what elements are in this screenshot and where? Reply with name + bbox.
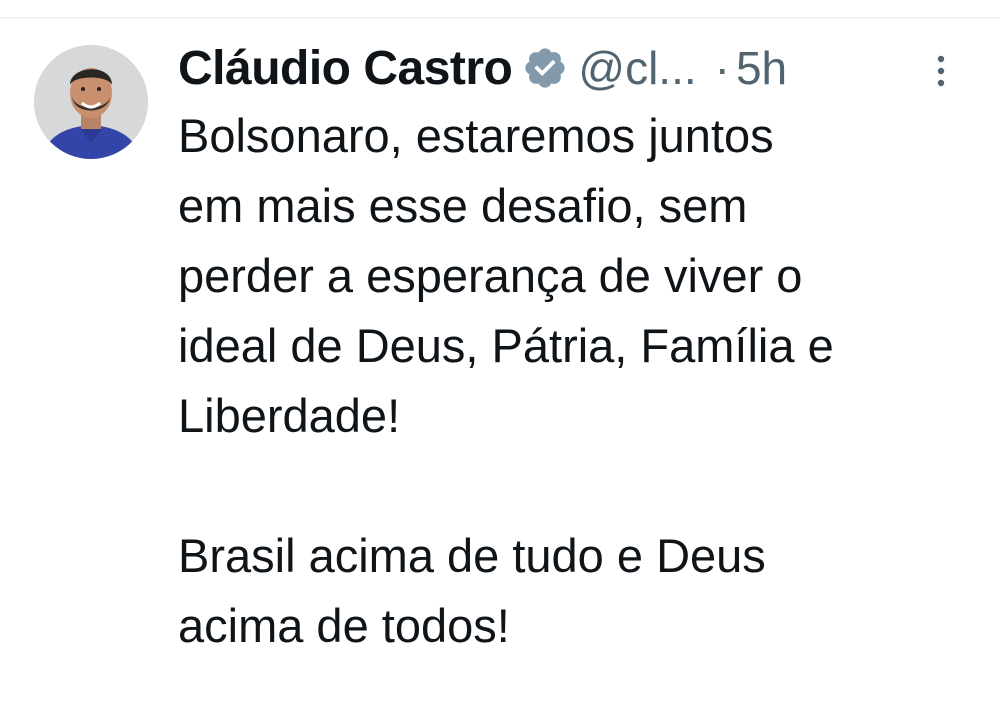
tweet-timestamp[interactable]: 5h xyxy=(736,41,787,95)
author-display-name[interactable]: Cláudio Castro xyxy=(178,41,513,96)
tweet-text: Bolsonaro, estaremos juntos em mais esse… xyxy=(178,109,834,652)
top-divider xyxy=(0,17,1000,19)
header-separator: · xyxy=(714,42,730,94)
avatar[interactable] xyxy=(34,45,148,159)
verified-badge-icon[interactable] xyxy=(522,45,568,91)
avatar-image xyxy=(34,45,148,159)
author-handle[interactable]: @cl... xyxy=(578,41,696,95)
more-vertical-icon[interactable] xyxy=(930,52,952,90)
tweet-header: Cláudio Castro @cl... · 5h xyxy=(178,38,978,98)
